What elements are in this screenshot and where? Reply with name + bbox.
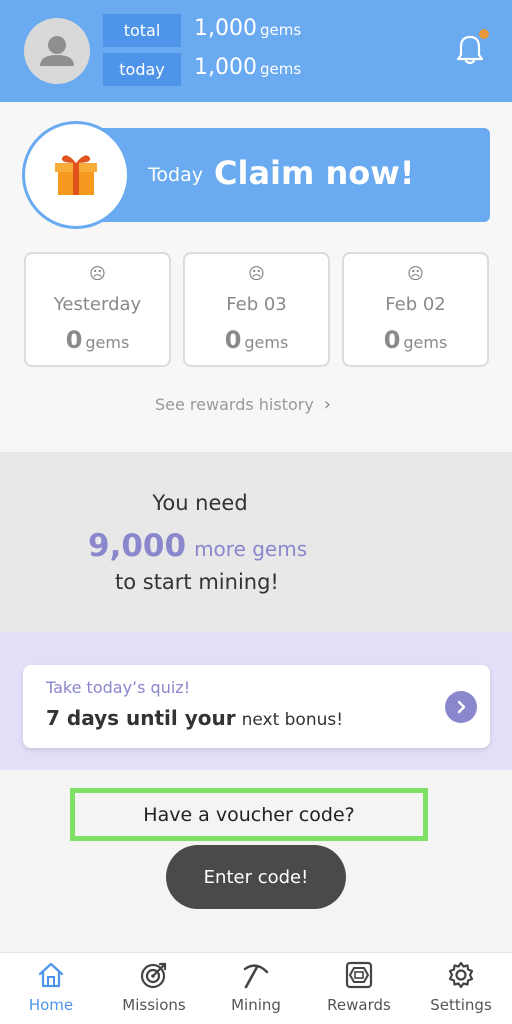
target-icon bbox=[140, 962, 167, 989]
nav-label-rewards: Rewards bbox=[327, 996, 391, 1014]
gear-icon bbox=[448, 961, 474, 989]
history-link-label: See rewards history bbox=[155, 395, 314, 414]
quiz-subtitle: 7 days until your next bonus! bbox=[46, 706, 343, 730]
gem-box-icon bbox=[345, 961, 373, 989]
day-card-feb-03: ☹ Feb 03 0 gems bbox=[183, 252, 330, 367]
need-amount-suffix: more gems bbox=[194, 537, 308, 561]
total-gems-number: 1,000 bbox=[194, 16, 257, 41]
user-icon bbox=[40, 36, 74, 66]
nav-item-missions[interactable]: Missions bbox=[104, 958, 204, 1020]
total-label: total bbox=[103, 14, 181, 47]
quiz-title: Take today’s quiz! bbox=[46, 678, 191, 697]
sad-face-icon: ☹ bbox=[89, 264, 106, 283]
quiz-arrow-button[interactable] bbox=[445, 691, 477, 723]
day-card-yesterday: ☹ Yesterday 0 gems bbox=[24, 252, 171, 367]
day-gems-unit: gems bbox=[85, 333, 130, 352]
gift-icon bbox=[55, 155, 97, 195]
day-gems-unit: gems bbox=[244, 333, 289, 352]
total-gems-unit: gems bbox=[259, 21, 302, 39]
day-gems-number: 0 bbox=[383, 326, 401, 354]
nav-label-settings: Settings bbox=[430, 996, 492, 1014]
day-gems-number: 0 bbox=[224, 326, 242, 354]
day-card-feb-02: ☹ Feb 02 0 gems bbox=[342, 252, 489, 367]
today-gems-value: 1,000 gems bbox=[194, 55, 301, 80]
nav-label-home: Home bbox=[28, 996, 74, 1014]
need-heading: You need bbox=[152, 491, 248, 515]
quiz-subtitle-light: next bonus! bbox=[241, 710, 344, 730]
nav-item-rewards[interactable]: Rewards bbox=[309, 958, 409, 1020]
day-gems: 0 gems bbox=[344, 326, 487, 354]
voucher-question: Have a voucher code? bbox=[70, 788, 428, 841]
notification-dot bbox=[479, 29, 489, 39]
need-amount: 9,000 more gems bbox=[88, 528, 307, 564]
gift-badge[interactable] bbox=[22, 121, 130, 229]
claim-now-button[interactable]: Claim now! bbox=[214, 154, 414, 192]
nav-item-home[interactable]: Home bbox=[1, 958, 101, 1020]
day-name: Feb 02 bbox=[385, 294, 446, 315]
avatar[interactable] bbox=[24, 18, 90, 84]
home-icon bbox=[38, 962, 64, 988]
day-gems-number: 0 bbox=[65, 326, 83, 354]
nav-item-settings[interactable]: Settings bbox=[411, 958, 511, 1020]
chevron-right-icon: › bbox=[323, 394, 331, 415]
today-gems-unit: gems bbox=[259, 60, 302, 78]
day-name: Yesterday bbox=[53, 294, 142, 315]
nav-label-mining: Mining bbox=[231, 996, 281, 1014]
claim-today-label: Today bbox=[148, 164, 203, 186]
sad-face-icon: ☹ bbox=[248, 264, 265, 283]
enter-code-button[interactable]: Enter code! bbox=[166, 845, 346, 909]
day-gems-unit: gems bbox=[403, 333, 448, 352]
day-gems: 0 gems bbox=[185, 326, 328, 354]
need-footer: to start mining! bbox=[115, 570, 279, 594]
today-gems-number: 1,000 bbox=[194, 55, 257, 80]
pickaxe-icon bbox=[243, 964, 269, 989]
quiz-subtitle-strong: 7 days until your bbox=[46, 706, 236, 730]
day-gems: 0 gems bbox=[26, 326, 169, 354]
sad-face-icon: ☹ bbox=[407, 264, 424, 283]
chevron-right-icon bbox=[457, 700, 466, 714]
total-gems-value: 1,000 gems bbox=[194, 16, 301, 41]
nav-label-missions: Missions bbox=[122, 996, 186, 1014]
need-amount-number: 9,000 bbox=[88, 528, 187, 564]
nav-item-mining[interactable]: Mining bbox=[206, 958, 306, 1020]
see-rewards-history-link[interactable]: See rewards history › bbox=[155, 394, 331, 415]
day-name: Feb 03 bbox=[226, 294, 287, 315]
bell-icon[interactable] bbox=[455, 34, 485, 66]
today-label: today bbox=[103, 53, 181, 86]
